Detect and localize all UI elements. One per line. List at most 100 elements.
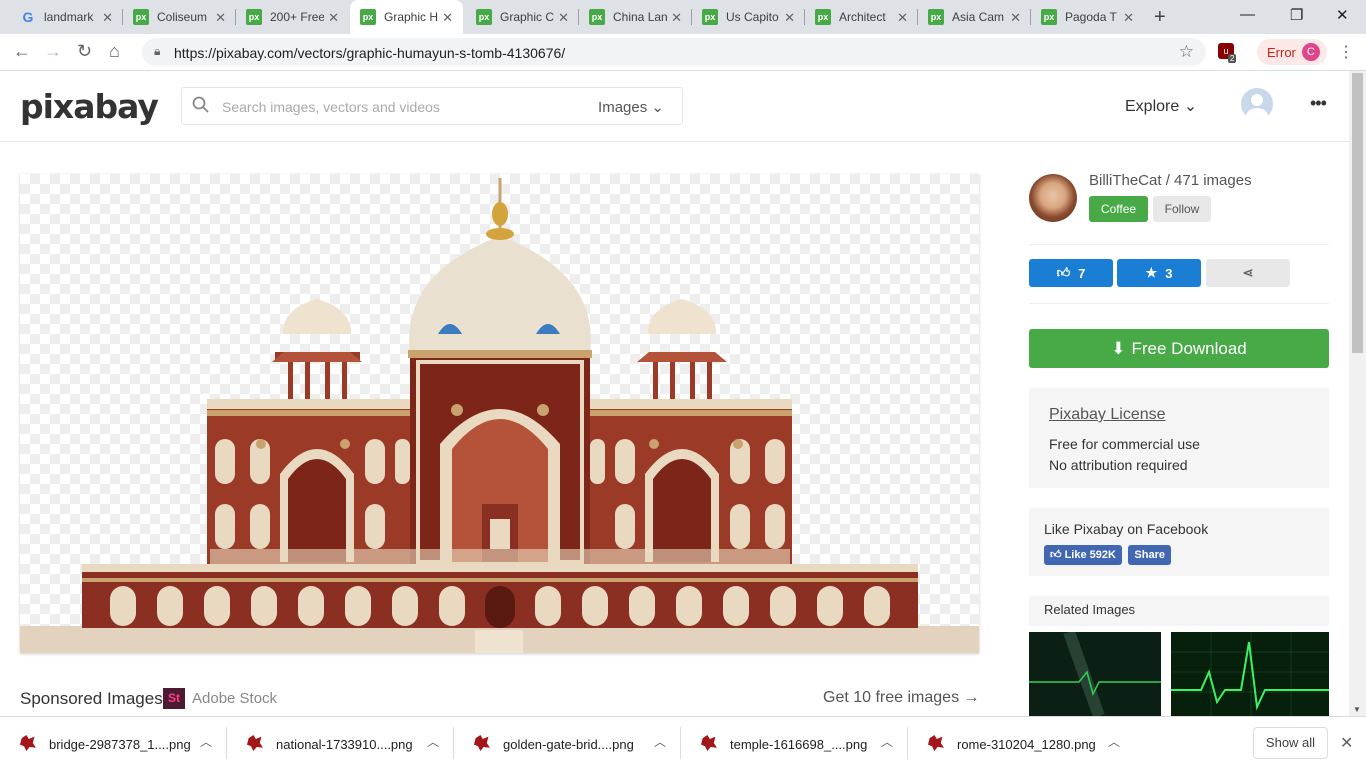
close-downloads-icon[interactable]: ✕ xyxy=(1340,733,1353,753)
close-tab-icon[interactable]: ✕ xyxy=(1123,10,1134,26)
license-box: Pixabay License Free for commercial use … xyxy=(1029,388,1329,488)
tab-200-free[interactable]: px 200+ Free ✕ xyxy=(236,0,349,34)
tab-graphic-h[interactable]: px Graphic H ✕ xyxy=(350,0,463,34)
sponsored-images-heading: Sponsored Images xyxy=(20,689,163,708)
download-item[interactable]: national-1733910....png ︿ xyxy=(227,717,454,769)
free-download-button[interactable]: ⬇ Free Download xyxy=(1029,329,1329,368)
coffee-button[interactable]: Coffee xyxy=(1089,196,1148,222)
like-count: 7 xyxy=(1078,265,1086,281)
adobe-stock-logo: St xyxy=(163,688,185,709)
reload-icon[interactable]: ↻ xyxy=(77,41,92,62)
follow-button[interactable]: Follow xyxy=(1153,196,1211,222)
tab-title: Architect xyxy=(839,10,886,24)
tab-architect[interactable]: px Architect ✕ xyxy=(805,0,918,34)
main-image[interactable] xyxy=(20,174,979,653)
pixabay-icon: px xyxy=(928,9,944,25)
close-window-icon[interactable]: ✕ xyxy=(1336,6,1349,24)
close-tab-icon[interactable]: ✕ xyxy=(328,10,339,26)
pixabay-icon: px xyxy=(360,9,376,25)
author-name-link[interactable]: BilliTheCat / 471 images xyxy=(1089,172,1252,189)
download-item[interactable]: golden-gate-brid....png ︿ xyxy=(454,717,681,769)
chevron-up-icon[interactable]: ︿ xyxy=(1108,733,1120,750)
tab-graphic-c[interactable]: px Graphic C ✕ xyxy=(466,0,579,34)
tab-title: Coliseum xyxy=(157,10,208,24)
tab-title: Graphic C xyxy=(500,10,554,24)
close-tab-icon[interactable]: ✕ xyxy=(671,10,682,26)
downloads-bar: bridge-2987378_1....png ︿ national-173391… xyxy=(0,716,1366,768)
close-tab-icon[interactable]: ✕ xyxy=(784,10,795,26)
tab-title: Us Capito xyxy=(726,10,779,24)
pixabay-icon: px xyxy=(133,9,149,25)
chevron-up-icon[interactable]: ︿ xyxy=(654,733,666,750)
share-button[interactable]: ⋖ xyxy=(1206,259,1290,287)
png-file-icon xyxy=(20,735,36,751)
divider xyxy=(1029,244,1329,245)
close-tab-icon[interactable]: ✕ xyxy=(897,10,908,26)
tab-china-lan[interactable]: px China Lan ✕ xyxy=(579,0,692,34)
minimize-icon[interactable]: — xyxy=(1240,6,1255,23)
scroll-down-icon[interactable]: ▼ xyxy=(1353,705,1361,714)
pixabay-icon: px xyxy=(246,9,262,25)
tab-title: Asia Cam xyxy=(952,10,1005,24)
close-tab-icon[interactable]: ✕ xyxy=(442,10,453,26)
license-line: Free for commercial use xyxy=(1049,436,1200,452)
tab-title: 200+ Free xyxy=(270,10,324,24)
tab-title: China Lan xyxy=(613,10,667,24)
close-tab-icon[interactable]: ✕ xyxy=(558,10,569,26)
search-box[interactable]: Search images, vectors and videos Images… xyxy=(181,87,683,125)
back-icon[interactable]: ← xyxy=(13,41,31,62)
related-image-2[interactable] xyxy=(1171,632,1329,716)
new-tab-icon[interactable]: + xyxy=(1154,6,1166,29)
chrome-menu-icon[interactable]: ⋮ xyxy=(1338,42,1354,62)
url-text: https://pixabay.com/vectors/graphic-huma… xyxy=(174,45,566,61)
download-item[interactable]: rome-310204_1280.png ︿ xyxy=(908,717,1135,769)
address-bar[interactable]: 🔒︎ https://pixabay.com/vectors/graphic-h… xyxy=(142,38,1206,66)
scrollbar-thumb[interactable] xyxy=(1352,73,1363,353)
pixabay-logo[interactable]: pixabay xyxy=(20,87,159,126)
star-icon: ★ xyxy=(1145,265,1158,280)
home-icon[interactable]: ⌂ xyxy=(109,41,120,62)
facebook-title: Like Pixabay on Facebook xyxy=(1044,521,1209,537)
search-type-dropdown[interactable]: Images ⌄ xyxy=(598,98,664,116)
tab-asia-cam[interactable]: px Asia Cam ✕ xyxy=(918,0,1031,34)
download-item[interactable]: bridge-2987378_1....png ︿ xyxy=(0,717,227,769)
show-all-downloads-button[interactable]: Show all xyxy=(1253,727,1328,759)
facebook-like-button[interactable]: 👍︎ Like 592K xyxy=(1044,545,1122,565)
profile-avatar: C xyxy=(1301,43,1320,61)
google-icon: G xyxy=(22,9,34,25)
facebook-box: Like Pixabay on Facebook 👍︎ Like 592K Sh… xyxy=(1029,508,1329,576)
download-icon: ⬇ xyxy=(1111,338,1126,358)
maximize-icon[interactable]: ❐ xyxy=(1290,6,1303,24)
chevron-up-icon[interactable]: ︿ xyxy=(881,733,893,750)
tab-us-capito[interactable]: px Us Capito ✕ xyxy=(692,0,805,34)
png-file-icon xyxy=(247,735,263,751)
favorite-count: 3 xyxy=(1165,265,1173,281)
author-avatar[interactable] xyxy=(1029,174,1077,222)
get-free-images-link[interactable]: Get 10 free images → xyxy=(823,689,980,707)
tab-coliseum[interactable]: px Coliseum ✕ xyxy=(123,0,236,34)
license-link[interactable]: Pixabay License xyxy=(1049,406,1309,424)
page-scrollbar[interactable]: ▲ ▼ xyxy=(1349,71,1366,716)
chevron-up-icon[interactable]: ︿ xyxy=(200,733,212,750)
tab-pagoda[interactable]: px Pagoda T ✕ xyxy=(1031,0,1144,34)
like-button[interactable]: 👍︎ 7 xyxy=(1029,259,1113,287)
search-icon xyxy=(192,96,209,113)
chevron-up-icon[interactable]: ︿ xyxy=(427,733,439,750)
close-tab-icon[interactable]: ✕ xyxy=(1010,10,1021,26)
profile-error-button[interactable]: Error C xyxy=(1257,39,1327,65)
lock-icon: 🔒︎ xyxy=(154,44,161,58)
tab-landmark[interactable]: G landmark ✕ xyxy=(10,0,123,34)
bookmark-star-icon[interactable]: ☆ xyxy=(1179,42,1194,62)
pixabay-icon: px xyxy=(589,9,605,25)
favorite-button[interactable]: ★ 3 xyxy=(1117,259,1201,287)
search-input[interactable]: Search images, vectors and videos xyxy=(222,99,440,115)
close-tab-icon[interactable]: ✕ xyxy=(102,10,113,26)
more-options-icon[interactable]: ••• xyxy=(1310,93,1327,114)
facebook-share-button[interactable]: Share xyxy=(1128,545,1171,565)
related-image-1[interactable] xyxy=(1029,632,1161,716)
forward-icon[interactable]: → xyxy=(44,41,62,62)
download-item[interactable]: temple-1616698_....png ︿ xyxy=(681,717,908,769)
explore-menu[interactable]: Explore ⌄ xyxy=(1125,96,1197,116)
close-tab-icon[interactable]: ✕ xyxy=(215,10,226,26)
user-avatar-icon[interactable] xyxy=(1241,88,1273,120)
